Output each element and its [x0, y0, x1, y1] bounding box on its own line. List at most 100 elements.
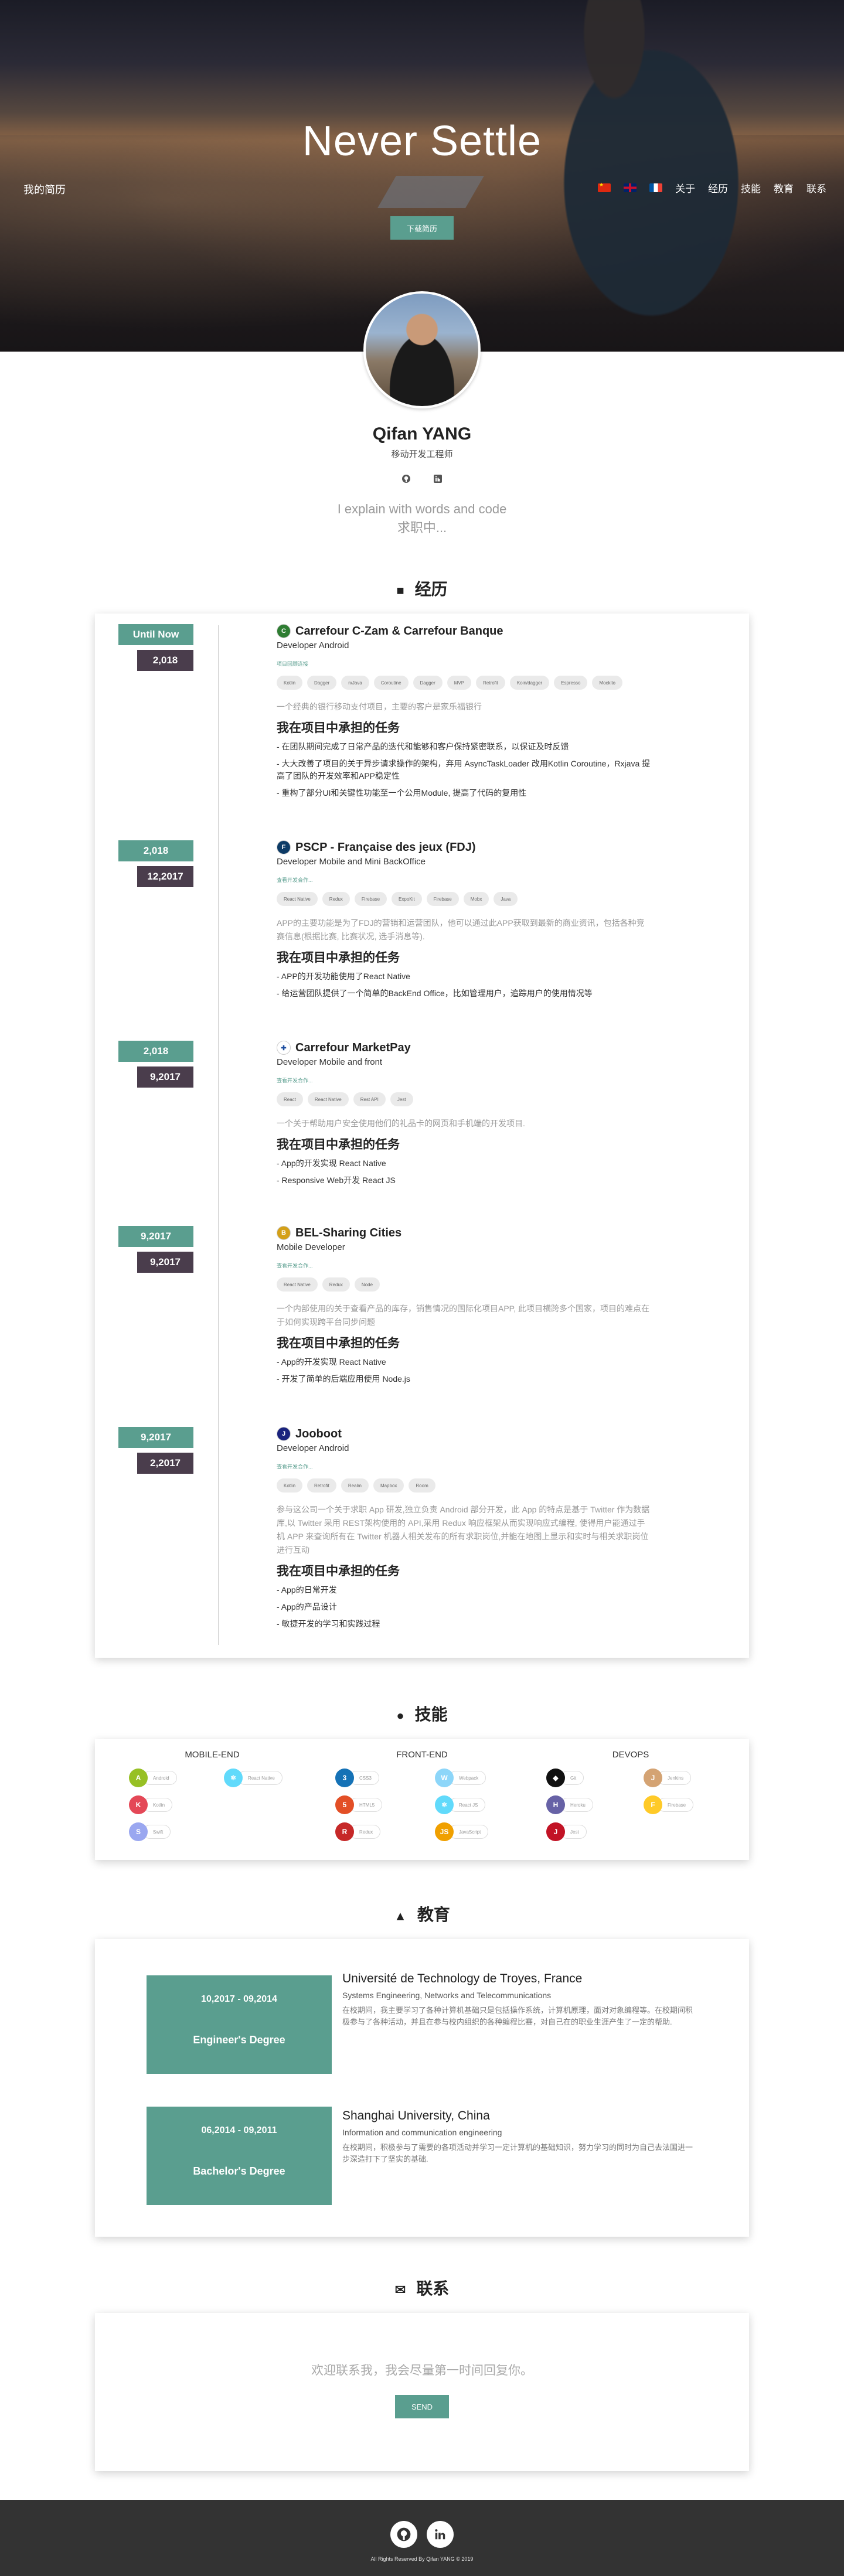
company-logo-icon: J [277, 1427, 291, 1441]
job-body: ✚ Carrefour MarketPay Developer Mobile a… [277, 1041, 652, 1187]
skill-pill: K Kotlin [129, 1795, 173, 1814]
linkedin-icon[interactable] [432, 473, 444, 485]
job-bullet: - 给运营团队提供了一个简单的BackEnd Office，比如管理用户，追踪用… [277, 989, 593, 998]
nav-about[interactable]: 关于 [675, 180, 695, 195]
job-tags: React Native Redux Firebase ExpoKit Firebase… [277, 892, 652, 906]
contact-title: ✉ 联系 [394, 2279, 450, 2298]
webpack-icon: W [435, 1769, 454, 1787]
flag-cn-icon[interactable] [598, 182, 611, 192]
send-button[interactable]: SEND [395, 2395, 449, 2418]
redux-icon: R [335, 1822, 354, 1841]
graduation-cap-icon: ▲ [394, 1909, 407, 1923]
tech-tag: MVP [447, 676, 472, 690]
job-bullet: - 重构了部分UI和关键性功能至一个公用Module, 提高了代码的复用性 [277, 788, 527, 798]
tech-tag: Kotlin [277, 676, 303, 690]
job-bullet: - APP的开发功能使用了React Native [277, 972, 410, 981]
swift-icon: S [129, 1822, 148, 1841]
react-icon: ⚛ [224, 1769, 243, 1787]
company-logo-icon: ✚ [277, 1041, 291, 1055]
company-logo-icon: F [277, 840, 291, 854]
job-position: Developer Mobile and front [277, 1057, 383, 1067]
skills-card: MOBILE-END FRONT-END DEVOPS A Android ⚛ Rea… [95, 1739, 749, 1860]
job-bullet: - 敏捷开发的学习和实践过程 [277, 1619, 380, 1628]
experience-title: ■ 经历 [396, 580, 448, 598]
skill-pill: W Webpack [435, 1769, 486, 1787]
tech-tag: Mapbox [373, 1478, 404, 1493]
brand-logo[interactable]: 我的简历 [23, 182, 66, 197]
skill-label: JavaScript [449, 1825, 489, 1839]
tech-tag: Retrofit [307, 1478, 336, 1493]
skill-label: Webpack [449, 1771, 486, 1785]
mail-icon: ✉ [394, 2282, 406, 2297]
job-company: Carrefour C-Zam & Carrefour Banque [295, 624, 503, 638]
job-tags: Kotlin Dagger rxJava Coroutine Dagger MVP Retr… [277, 676, 652, 690]
nav-education[interactable]: 教育 [774, 180, 794, 195]
job-bullets: - App的日常开发 - App的产品设计 - 敏捷开发的学习和实践过程 [277, 1584, 652, 1630]
tech-tag: Coroutine [373, 676, 409, 690]
copyright: All Rights Reserved By Qifan YANG © 2019 [370, 2556, 474, 2562]
skill-pill: F Firebase [644, 1795, 694, 1814]
job-start-date: Until Now [118, 624, 193, 645]
job-more-link[interactable]: 查看开发合作... [277, 1262, 652, 1269]
profile-role: 移动开发工程师 [391, 449, 453, 459]
job-bullet: - Responsive Web开发 React JS [277, 1175, 396, 1185]
jest-icon: J [546, 1822, 565, 1841]
tech-tag: ExpoKit [392, 892, 422, 906]
github-icon[interactable] [400, 473, 412, 485]
job-end-date: 12,2017 [137, 866, 193, 887]
skills-col-front: FRONT-END [396, 1750, 448, 1760]
download-resume-button[interactable]: 下载简历 [390, 216, 454, 240]
tech-tag: rxJava [341, 676, 369, 690]
skill-pill: R Redux [335, 1822, 381, 1841]
job-start-date: 2,018 [118, 840, 193, 861]
avatar [363, 291, 481, 408]
hero-title: Never Settle [302, 118, 542, 165]
job-position: Mobile Developer [277, 1242, 345, 1252]
job-tags: Kotlin Retrofit Realm Mapbox Room [277, 1478, 652, 1493]
git-icon: ◆ [546, 1769, 565, 1787]
top-nav: 关于 经历 技能 教育 联系 [598, 180, 826, 195]
job-description: 一个经典的银行移动支付项目，主要的客户是家乐福银行 [277, 702, 482, 711]
jenkins-icon: J [644, 1769, 662, 1787]
job-bullet: - App的开发实现 React Native [277, 1357, 386, 1367]
edu-info: Université de Technology de Troyes, Fran… [342, 1972, 694, 2028]
flag-gb-icon[interactable] [624, 183, 637, 192]
job-resp-title: 我在项目中承担的任务 [277, 1565, 400, 1578]
job-body: J Jooboot Developer Android 查看开发合作... Ko… [277, 1427, 652, 1630]
tech-tag: Dagger [413, 676, 443, 690]
contact-card: 欢迎联系我，我会尽量第一时间回复你。 SEND [95, 2313, 749, 2471]
skill-pill: S Swift [129, 1822, 171, 1841]
tech-tag: Firebase [354, 892, 387, 906]
tech-tag: Java [494, 892, 518, 906]
tech-tag: React [277, 1092, 303, 1106]
edu-major: Systems Engineering, Networks and Teleco… [342, 1991, 552, 2000]
nav-skills[interactable]: 技能 [741, 180, 761, 195]
tech-tag: Redux [322, 1277, 350, 1292]
job-more-link[interactable]: 查看开发合作... [277, 1076, 652, 1084]
edu-school: Université de Technology de Troyes, Fran… [342, 1972, 583, 1985]
edu-degree: Engineer's Degree [193, 2034, 285, 2046]
experience-card: Until Now 2,018 C Carrefour C-Zam & Carr… [95, 614, 749, 1658]
footer-linkedin-icon[interactable] [427, 2521, 454, 2548]
flag-fr-icon[interactable] [649, 183, 662, 192]
nav-contact[interactable]: 联系 [806, 180, 826, 195]
skill-pill: J Jenkins [644, 1769, 692, 1787]
nav-experience[interactable]: 经历 [708, 180, 728, 195]
job-more-link[interactable]: 查看开发合作... [277, 876, 652, 884]
job-more-link[interactable]: 查看开发合作... [277, 1463, 652, 1470]
footer-github-icon[interactable] [390, 2521, 417, 2548]
job-tags: React Native Redux Node [277, 1277, 652, 1292]
skill-pill: 5 HTML5 [335, 1795, 383, 1814]
html5-icon: 5 [335, 1795, 354, 1814]
skill-pill: A Android [129, 1769, 177, 1787]
android-icon: A [129, 1769, 148, 1787]
tech-tag: Mobx [463, 892, 489, 906]
job-body: B BEL-Sharing Cities Mobile Developer 查看… [277, 1226, 652, 1385]
job-company: Carrefour MarketPay [295, 1041, 411, 1054]
company-logo-icon: C [277, 624, 291, 638]
edu-date-box: 06,2014 - 09,2011 Bachelor's Degree [147, 2107, 332, 2205]
job-more-link[interactable]: 项目回顾连接 [277, 660, 652, 667]
job-bullet: - App的日常开发 [277, 1585, 337, 1594]
job-bullets: - APP的开发功能使用了React Native - 给运营团队提供了一个简单的… [277, 970, 652, 1000]
skill-pill: JS JavaScript [435, 1822, 489, 1841]
